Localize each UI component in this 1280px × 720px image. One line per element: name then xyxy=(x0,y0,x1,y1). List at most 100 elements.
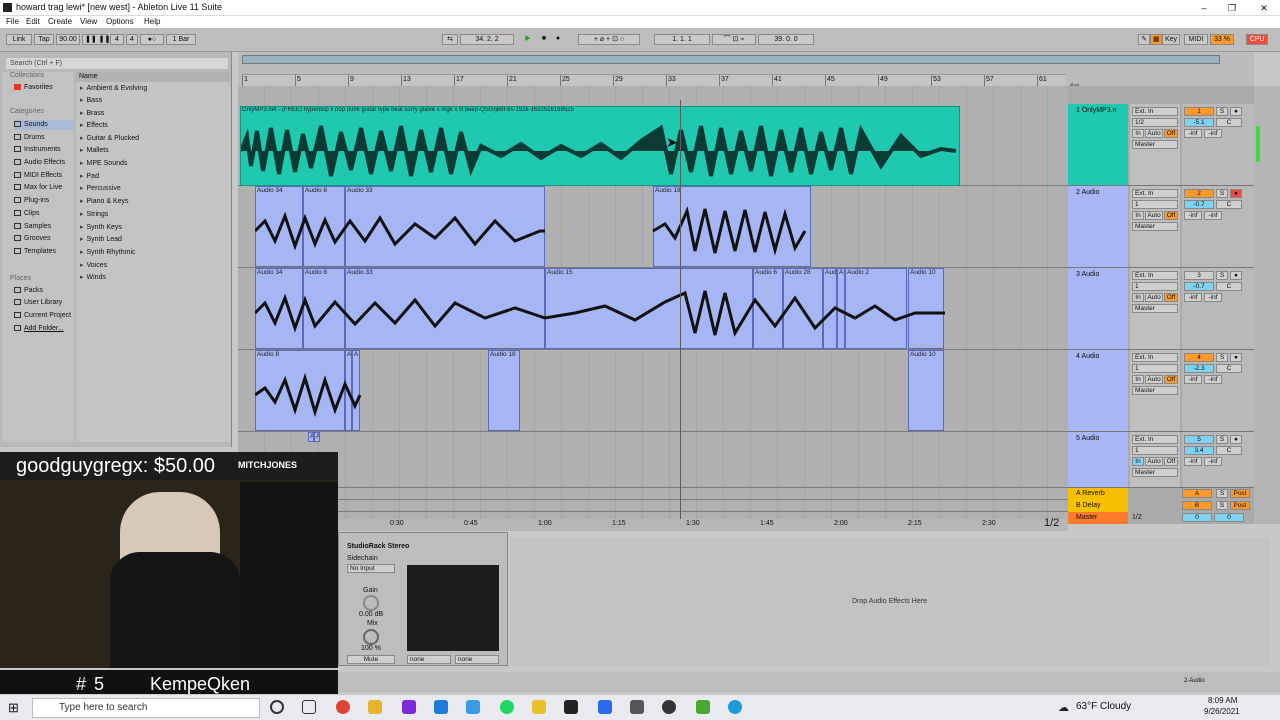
track-activator[interactable]: 1 xyxy=(1184,107,1214,116)
solo-button[interactable]: S xyxy=(1216,189,1228,198)
category-samples[interactable]: Samples xyxy=(14,222,74,232)
volume-field[interactable]: 3.4 xyxy=(1184,446,1214,455)
volume-field[interactable]: -0.7 xyxy=(1184,282,1214,291)
clock-date[interactable]: 9/26/2021 xyxy=(1204,707,1240,716)
list-item[interactable]: Voices xyxy=(80,260,108,272)
spotify-icon[interactable] xyxy=(500,700,514,714)
cpu-label[interactable]: CPU xyxy=(1246,34,1268,45)
track-3[interactable]: 3 Audio Ext. In 1 In Auto Off Master 3 S… xyxy=(1068,268,1254,350)
track-activator[interactable]: 2 xyxy=(1184,189,1214,198)
menu-create[interactable]: Create xyxy=(48,17,72,26)
master-track[interactable]: Master 1/2 0 0 xyxy=(1068,512,1254,524)
pan-field[interactable]: C xyxy=(1216,364,1242,373)
monitor-in-button[interactable]: In xyxy=(1132,457,1144,466)
task-view-icon[interactable] xyxy=(302,700,316,714)
edge-icon[interactable] xyxy=(434,700,448,714)
metronome-button[interactable]: ●○ xyxy=(140,34,164,45)
selected-track-label[interactable]: 2-Audio xyxy=(1184,678,1205,684)
category-instruments[interactable]: Instruments xyxy=(14,145,74,155)
taskbar-search-input[interactable]: Type here to search xyxy=(32,698,260,718)
key-map-button[interactable]: Key xyxy=(1162,34,1180,45)
send-b-field[interactable]: -inf xyxy=(1204,375,1222,384)
monitor-off-button[interactable]: Off xyxy=(1164,129,1178,138)
return-lane-a[interactable] xyxy=(238,488,1068,500)
arm-button[interactable]: ● xyxy=(1230,435,1242,444)
list-item[interactable]: Strings xyxy=(80,209,109,221)
mix-knob[interactable] xyxy=(363,629,379,645)
post-button[interactable]: Post xyxy=(1230,489,1250,498)
arm-button[interactable]: ● xyxy=(1230,107,1242,116)
monitor-in-button[interactable]: In xyxy=(1132,211,1144,220)
input-channel-select[interactable]: 1 xyxy=(1132,282,1178,291)
arm-button[interactable]: ● xyxy=(1230,353,1242,362)
loop-start-field[interactable]: 1. 1. 1 xyxy=(654,34,710,45)
computer-keyboard-icon[interactable]: ▦ xyxy=(1150,34,1162,45)
list-item[interactable]: Effects xyxy=(80,120,108,132)
track-lane-5[interactable]: A A xyxy=(238,432,1068,488)
favorites-item[interactable]: Favorites xyxy=(14,83,74,93)
solo-button[interactable]: S xyxy=(1216,271,1228,280)
input-channel-select[interactable]: 1 xyxy=(1132,200,1178,209)
track-2[interactable]: 2 Audio Ext. In 1 In Auto Off Master 2 S… xyxy=(1068,186,1254,268)
menu-file[interactable]: File xyxy=(6,17,19,26)
record-icon[interactable]: ● xyxy=(552,34,564,45)
list-item[interactable]: Bass xyxy=(80,95,103,107)
ableton-live-icon[interactable] xyxy=(564,700,578,714)
list-item[interactable]: Percussive xyxy=(80,183,121,195)
arrangement-overview[interactable] xyxy=(242,55,1220,64)
list-item[interactable]: Winds xyxy=(80,272,106,284)
page-indicator[interactable]: 1/2 xyxy=(1044,517,1059,529)
monitor-in-button[interactable]: In xyxy=(1132,375,1144,384)
monitor-off-button[interactable]: Off xyxy=(1164,457,1178,466)
list-item[interactable]: Synth Keys xyxy=(80,222,122,234)
solo-button[interactable]: S xyxy=(1216,107,1228,116)
category-sounds[interactable]: Sounds xyxy=(14,120,74,130)
weather-text[interactable]: 63°F Cloudy xyxy=(1076,701,1131,712)
output-select[interactable]: Master xyxy=(1132,222,1178,231)
monitor-auto-button[interactable]: Auto xyxy=(1145,375,1163,384)
list-item[interactable]: Synth Rhythmic xyxy=(80,247,136,259)
audio-clip[interactable]: OnlyMP3.net - (FREE) hyperpop x pop punk… xyxy=(240,106,960,186)
input-type-select[interactable]: Ext. In xyxy=(1132,189,1178,198)
pan-field[interactable]: C xyxy=(1216,118,1242,127)
stop-icon[interactable]: ■ xyxy=(538,34,550,45)
category-drums[interactable]: Drums xyxy=(14,133,74,143)
device-title[interactable]: StudioRack Stereo xyxy=(347,543,409,550)
input-channel-select[interactable]: 1 xyxy=(1132,364,1178,373)
tap-button[interactable]: Tap xyxy=(34,34,54,45)
obs-icon[interactable] xyxy=(662,700,676,714)
category-audio-effects[interactable]: Audio Effects xyxy=(14,158,74,168)
send-b-field[interactable]: -inf xyxy=(1204,129,1222,138)
quantize-menu[interactable]: 1 Bar xyxy=(166,34,196,45)
list-item[interactable]: Guitar & Plucked xyxy=(80,133,140,145)
track-name[interactable]: 3 Audio xyxy=(1076,271,1099,278)
draw-mode-icon[interactable]: ✎ xyxy=(1138,34,1150,45)
audio-clip[interactable]: Audio 18 xyxy=(488,350,520,431)
app-icon[interactable] xyxy=(630,700,644,714)
track-activator[interactable]: 5 xyxy=(1184,435,1214,444)
volume-field[interactable]: -0.7 xyxy=(1184,200,1214,209)
output-select[interactable]: Master xyxy=(1132,468,1178,477)
output-select[interactable]: Master xyxy=(1132,140,1178,149)
place-user-library[interactable]: User Library xyxy=(14,298,74,308)
input-type-select[interactable]: Ext. In xyxy=(1132,271,1178,280)
plugin-display[interactable] xyxy=(407,565,499,651)
track-name[interactable]: 1 OnlyMP3.n xyxy=(1076,107,1116,114)
monitor-off-button[interactable]: Off xyxy=(1164,293,1178,302)
list-item[interactable]: Synth Lead xyxy=(80,234,122,246)
track-lane-4[interactable]: Audio 8 A A Audio 18 Audio 10 xyxy=(238,350,1068,432)
return-track-b[interactable]: B Delay B S Post xyxy=(1068,500,1254,512)
menu-help[interactable]: Help xyxy=(144,17,160,26)
track-name[interactable]: 2 Audio xyxy=(1076,189,1099,196)
arm-button[interactable]: ● xyxy=(1230,271,1242,280)
track-lane-1[interactable]: OnlyMP3.net - (FREE) hyperpop x pop punk… xyxy=(238,86,1068,186)
monitor-off-button[interactable]: Off xyxy=(1164,211,1178,220)
close-button[interactable]: ✕ xyxy=(1250,0,1278,16)
return-name[interactable]: A Reverb xyxy=(1068,488,1128,500)
midi-map-button[interactable]: MIDI xyxy=(1184,34,1208,45)
master-volume[interactable]: 0 xyxy=(1214,513,1244,522)
list-item[interactable]: Pad xyxy=(80,171,99,183)
track-name[interactable]: 4 Audio xyxy=(1076,353,1099,360)
meter-denominator[interactable]: 4 xyxy=(126,34,138,45)
browser-search-input[interactable]: Search (Ctrl + F) xyxy=(6,58,228,69)
